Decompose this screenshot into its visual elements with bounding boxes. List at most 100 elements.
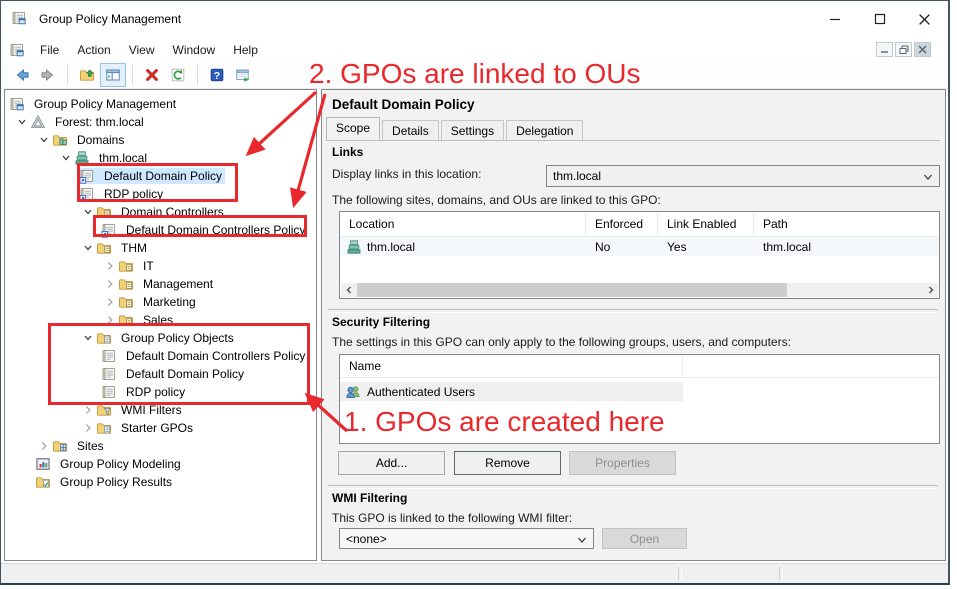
tree-item-domains[interactable]: Domains	[5, 131, 316, 149]
ou-folder-icon	[118, 276, 136, 292]
tree-item-sites[interactable]: Sites	[5, 437, 316, 455]
tab-delegation[interactable]: Delegation	[506, 120, 583, 140]
scroll-left-icon[interactable]	[341, 283, 356, 297]
cell-text: thm.local	[763, 240, 811, 254]
column-header-link-enabled[interactable]: Link Enabled	[658, 212, 754, 236]
gpmc-root-icon	[9, 96, 27, 112]
links-table: LocationEnforcedLink EnabledPath thm.loc…	[339, 211, 940, 299]
child-minimize-button[interactable]	[876, 42, 893, 57]
wmi-filter-dropdown[interactable]: <none>	[339, 528, 594, 549]
column-header-path[interactable]: Path	[754, 212, 939, 236]
scrollbar-thumb[interactable]	[357, 283, 787, 297]
back-icon[interactable]	[9, 63, 35, 87]
help-icon[interactable]: ?	[204, 63, 230, 87]
menu-file[interactable]: File	[31, 40, 68, 60]
chevron-down-icon	[923, 171, 933, 185]
tree-item-label: Marketing	[140, 294, 199, 310]
toolbar-separator	[132, 65, 133, 85]
remove-button[interactable]: Remove	[454, 451, 561, 475]
tree-item-label: Starter GPOs	[118, 420, 196, 436]
links-table-header: LocationEnforcedLink EnabledPath	[340, 212, 939, 237]
tree-item-group-policy-modeling[interactable]: Group Policy Modeling	[5, 455, 316, 473]
cell-path: thm.local	[754, 240, 939, 254]
window-title: Group Policy Management	[39, 12, 181, 26]
tree-item-marketing[interactable]: Marketing	[5, 293, 316, 311]
cell-location: thm.local	[340, 239, 586, 255]
properties-button: Properties	[569, 451, 676, 475]
name-column-header[interactable]: Name	[340, 355, 683, 377]
security-entry-row[interactable]: Authenticated Users	[340, 382, 939, 401]
tree-item-label: Group Policy Modeling	[57, 456, 184, 472]
column-header-enforced[interactable]: Enforced	[586, 212, 658, 236]
expanded-chevron-icon[interactable]	[13, 116, 30, 128]
annotation-box-dc-gpo-link	[93, 215, 307, 237]
open-button: Open	[602, 528, 687, 549]
security-filtering-description: The settings in this GPO can only apply …	[332, 335, 791, 349]
horizontal-scrollbar[interactable]	[341, 283, 938, 297]
minimize-button[interactable]	[812, 1, 857, 37]
starter-folder-icon	[96, 420, 114, 436]
tree-item-management[interactable]: Management	[5, 275, 316, 293]
group-policy-management-window: Group Policy Management FileActionViewWi…	[0, 0, 957, 589]
column-header-location[interactable]: Location	[340, 212, 586, 236]
wmi-filtering-description: This GPO is linked to the following WMI …	[332, 511, 572, 525]
up-one-level-icon[interactable]	[74, 63, 100, 87]
annotation-box-domain-gpo-links	[77, 163, 238, 202]
forward-icon[interactable]	[35, 63, 61, 87]
expanded-chevron-icon[interactable]	[35, 134, 52, 146]
tree-item-label: THM	[118, 240, 150, 256]
tab-details[interactable]: Details	[382, 120, 439, 140]
status-bar	[1, 563, 948, 583]
location-dropdown-value: thm.local	[553, 169, 601, 183]
gpo-title: Default Domain Policy	[332, 97, 475, 112]
menu-help[interactable]: Help	[224, 40, 267, 60]
status-bar-divider	[779, 567, 783, 580]
collapsed-chevron-icon[interactable]	[101, 260, 118, 272]
app-icon	[11, 10, 31, 30]
child-restore-button[interactable]	[895, 42, 912, 57]
menu-action[interactable]: Action	[68, 40, 119, 60]
menu-window[interactable]: Window	[164, 40, 225, 60]
menu-view[interactable]: View	[120, 40, 164, 60]
ou-folder-icon	[118, 294, 136, 310]
expanded-chevron-icon[interactable]	[57, 152, 74, 164]
links-intro: The following sites, domains, and OUs ar…	[332, 193, 661, 207]
collapsed-chevron-icon[interactable]	[101, 296, 118, 308]
annotation-box-gpo-container	[48, 323, 310, 405]
ou-folder-icon	[118, 258, 136, 274]
tree-item-forest-thm-local[interactable]: Forest: thm.local	[5, 113, 316, 131]
scroll-right-icon[interactable]	[923, 283, 938, 297]
export-list-icon[interactable]	[230, 63, 256, 87]
collapsed-chevron-icon[interactable]	[79, 422, 96, 434]
tab-settings[interactable]: Settings	[441, 120, 504, 140]
collapsed-chevron-icon[interactable]	[101, 278, 118, 290]
location-dropdown[interactable]: thm.local	[546, 165, 940, 187]
forest-icon	[30, 114, 48, 130]
delete-icon[interactable]	[139, 63, 165, 87]
domains-folder-icon	[52, 132, 70, 148]
tree-item-starter-gpos[interactable]: Starter GPOs	[5, 419, 316, 437]
add-button[interactable]: Add...	[338, 451, 445, 475]
tree-item-label: Group Policy Results	[57, 474, 175, 490]
cell-text: No	[595, 240, 610, 254]
tree-item-thm[interactable]: THM	[5, 239, 316, 257]
security-list-header: Name	[340, 355, 939, 378]
collapsed-chevron-icon[interactable]	[79, 404, 96, 416]
child-close-button[interactable]	[914, 42, 931, 57]
expanded-chevron-icon[interactable]	[79, 242, 96, 254]
collapsed-chevron-icon[interactable]	[35, 440, 52, 452]
tab-scope[interactable]: Scope	[326, 117, 380, 140]
maximize-button[interactable]	[857, 1, 902, 37]
tree-item-label: Management	[140, 276, 216, 292]
tree-item-it[interactable]: IT	[5, 257, 316, 275]
tree-item-group-policy-management[interactable]: Group Policy Management	[5, 95, 316, 113]
svg-text:?: ?	[214, 70, 220, 82]
modeling-icon	[35, 456, 53, 472]
results-icon	[35, 474, 53, 490]
tree-item-group-policy-results[interactable]: Group Policy Results	[5, 473, 316, 491]
refresh-icon[interactable]	[165, 63, 191, 87]
links-table-row[interactable]: thm.localNoYesthm.local	[340, 237, 939, 256]
console-tree-icon[interactable]	[100, 63, 126, 87]
toolbar-separator	[197, 65, 198, 85]
close-button[interactable]	[902, 1, 947, 37]
